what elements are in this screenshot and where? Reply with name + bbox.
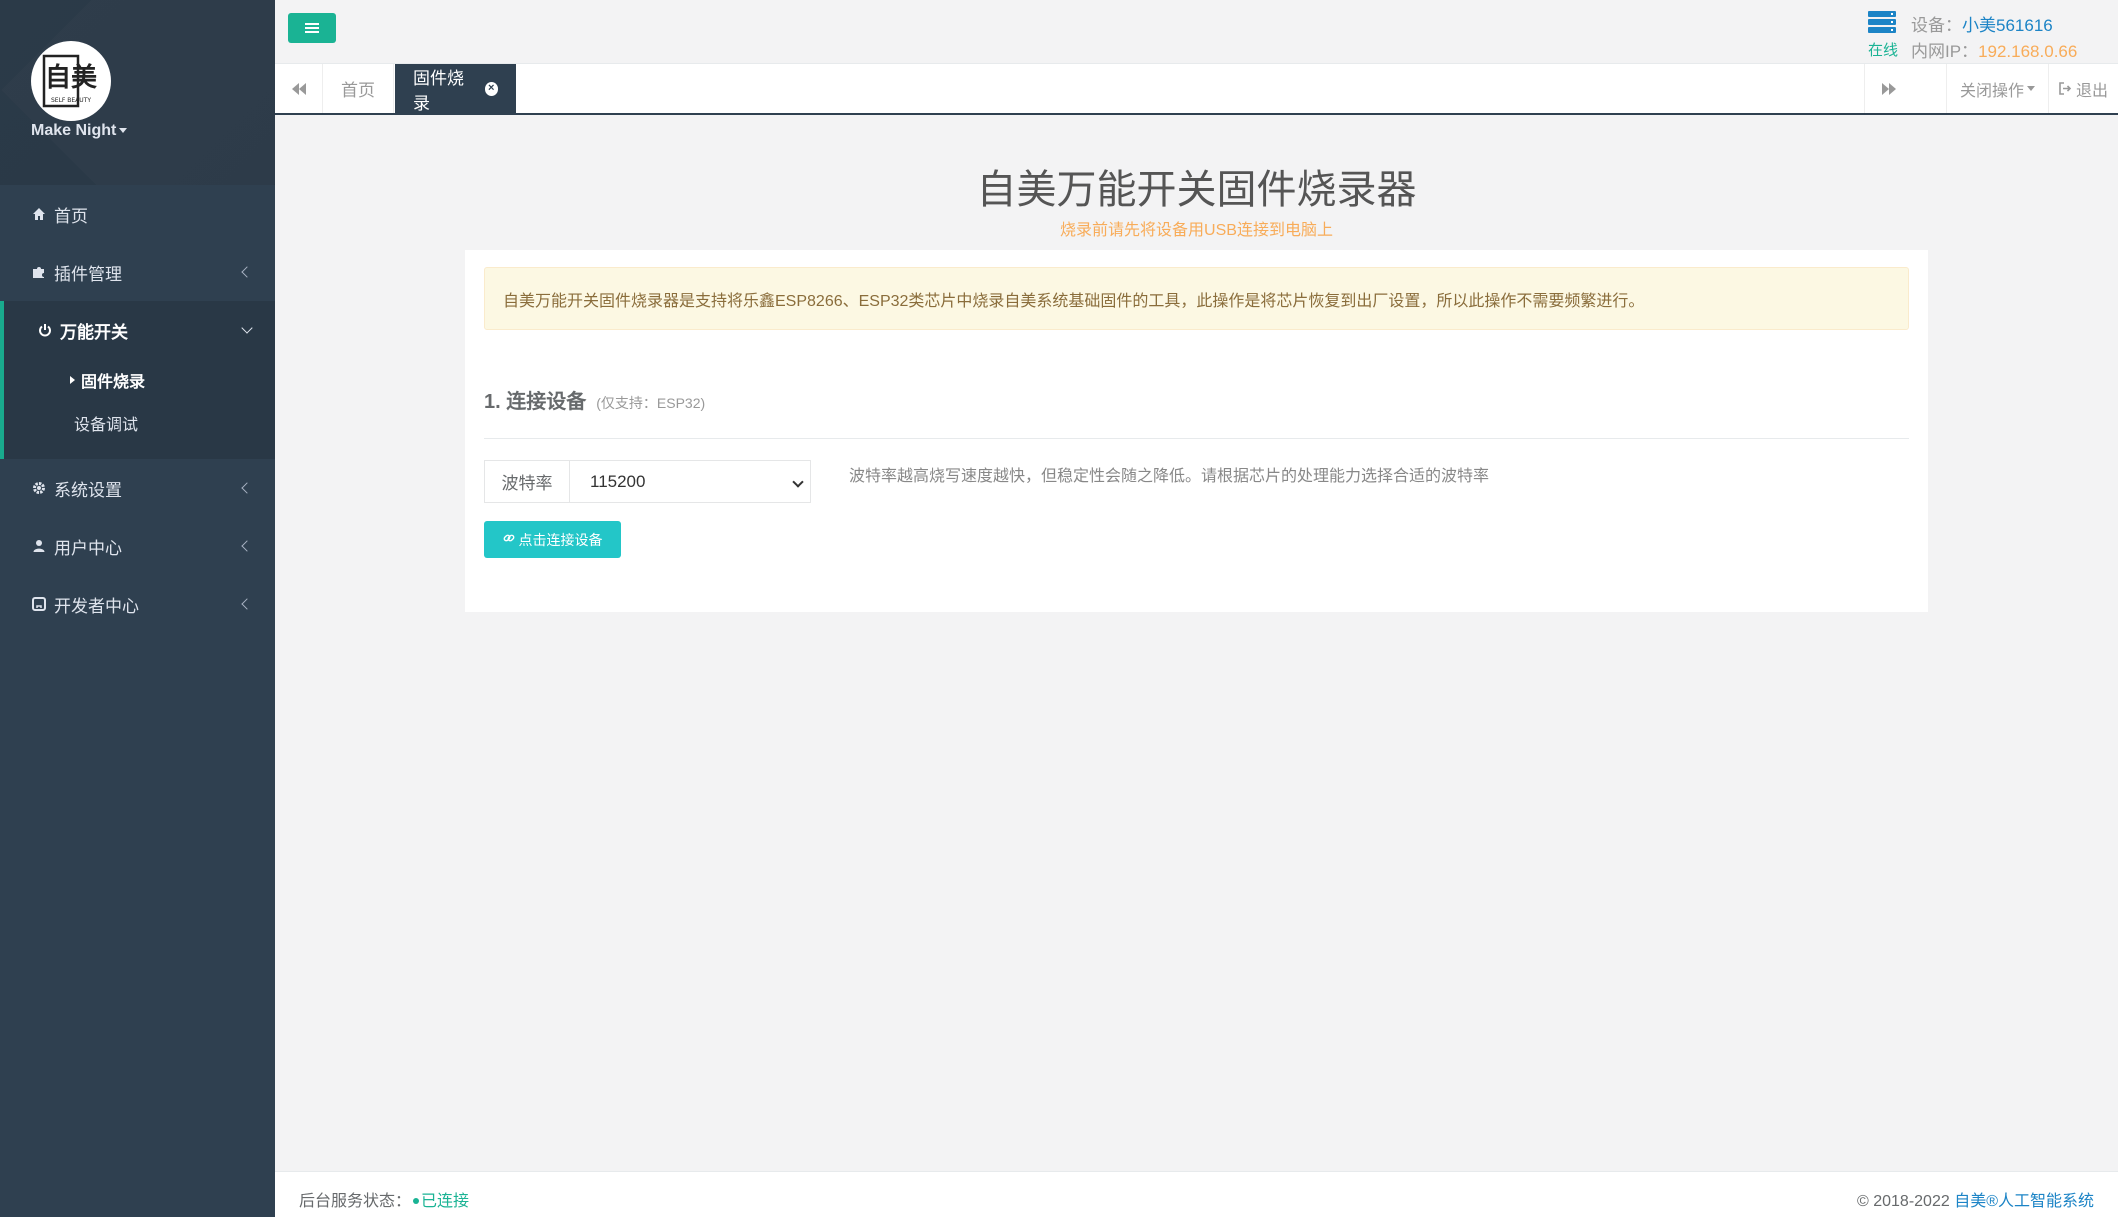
hamburger-icon (305, 27, 319, 29)
baud-rate-value: 115200 (590, 471, 646, 491)
sidebar-item-label: 开发者中心 (54, 596, 139, 616)
device-info: 设备：小美561616 在线 内网IP：192.168.0.66 (1868, 8, 2098, 62)
tab-home[interactable]: 首页 (323, 64, 394, 113)
profile-panel: 自美 SELF BEAUTY Make Night (0, 0, 275, 185)
power-icon (36, 321, 54, 339)
sidebar-item-label: 用户中心 (54, 538, 122, 558)
sidebar-subitem-label: 设备调试 (74, 417, 139, 434)
double-left-arrow-icon (291, 82, 306, 95)
ip-value: 192.168.0.66 (1978, 42, 2078, 61)
baud-rate-group: 波特率 115200 (484, 460, 811, 503)
copyright-years: © 2018-2022 (1857, 1193, 1950, 1210)
company-link[interactable]: 自美®人工智能系统 (1954, 1193, 2094, 1210)
main-content: 自美万能开关固件烧录器 烧录前请先将设备用USB连接到电脑上 自美万能开关固件烧… (275, 117, 2118, 1171)
copyright: © 2018-2022 自美®人工智能系统 (1857, 1187, 2094, 1211)
section-title-text: 1. 连接设备 (484, 391, 587, 413)
sidebar-item-label: 万能开关 (60, 322, 128, 342)
user-icon (30, 537, 48, 555)
sidebar-group-switch: 万能开关 固件烧录 设备调试 (0, 301, 275, 459)
caret-right-icon (70, 376, 75, 384)
menu-toggle-button[interactable] (288, 13, 336, 43)
divider (484, 438, 1909, 439)
sidebar-subitem-firmware[interactable]: 固件烧录 (4, 359, 275, 401)
logout-button[interactable]: 退出 (2048, 64, 2118, 113)
chevron-left-icon (241, 540, 253, 552)
profile-name-dropdown[interactable]: Make Night (31, 122, 128, 140)
online-status: 在线 (1868, 42, 1899, 59)
profile-name: Make Night (31, 122, 117, 139)
chevron-down-icon (792, 476, 804, 488)
ip-row: 内网IP：192.168.0.66 (1911, 37, 2077, 62)
sidebar-item-home[interactable]: 首页 (0, 185, 275, 243)
baud-rate-label: 波特率 (485, 461, 570, 502)
sign-out-icon (2059, 82, 2072, 95)
sidebar-nav: 首页 插件管理 万能开关 固件烧录 设备调试 系统设置 用户中心 开发者中心 (0, 185, 275, 633)
service-status: 后台服务状态： 已连接 (299, 1187, 469, 1211)
tab-scroll-right-button[interactable] (1864, 64, 1912, 113)
app-logo: 自美 SELF BEAUTY (31, 41, 111, 121)
svg-text:自美: 自美 (45, 62, 97, 93)
top-header: 设备：小美561616 在线 内网IP：192.168.0.66 (275, 0, 2118, 64)
link-icon (503, 532, 515, 547)
page-subtitle: 烧录前请先将设备用USB连接到电脑上 (1060, 222, 1333, 239)
puzzle-icon (30, 263, 48, 281)
page-title: 自美万能开关固件烧录器 (976, 168, 1417, 212)
baud-rate-select[interactable]: 115200 (570, 461, 810, 502)
service-status-label: 后台服务状态： (299, 1193, 412, 1210)
chevron-left-icon (241, 482, 253, 494)
svg-text:SELF BEAUTY: SELF BEAUTY (51, 97, 91, 104)
connect-device-button[interactable]: 点击连接设备 (484, 521, 621, 558)
ip-label: 内网IP： (1911, 42, 1979, 61)
close-operations-label: 关闭操作 (1959, 82, 2024, 100)
tab-bar: 首页 固件烧录 × 关闭操作 退出 (275, 64, 2118, 115)
section-note: (仅支持：ESP32) (596, 395, 706, 411)
sidebar-subitem-debug[interactable]: 设备调试 (4, 401, 275, 445)
tab-firmware-label: 固件烧录 (413, 68, 464, 113)
double-right-arrow-icon (1881, 82, 1896, 95)
flasher-card: 自美万能开关固件烧录器是支持将乐鑫ESP8266、ESP32类芯片中烧录自美系统… (465, 250, 1928, 612)
chevron-down-icon (241, 322, 253, 334)
connect-device-label: 点击连接设备 (518, 531, 603, 548)
footer: 后台服务状态： 已连接 © 2018-2022 自美®人工智能系统 (275, 1171, 2118, 1217)
sidebar-item-plugins[interactable]: 插件管理 (0, 243, 275, 301)
sidebar-item-label: 首页 (54, 206, 88, 226)
sidebar: 自美 SELF BEAUTY Make Night 首页 插件管理 万能开关 固… (0, 0, 275, 1217)
sidebar-subitem-label: 固件烧录 (81, 374, 146, 391)
section-title: 1. 连接设备 (仅支持：ESP32) (484, 385, 705, 414)
sidebar-item-user-center[interactable]: 用户中心 (0, 517, 275, 575)
baud-rate-help: 波特率越高烧写速度越快，但稳定性会随之降低。请根据芯片的处理能力选择合适的波特率 (849, 468, 1490, 485)
info-alert: 自美万能开关固件烧录器是支持将乐鑫ESP8266、ESP32类芯片中烧录自美系统… (484, 267, 1909, 330)
tab-firmware[interactable]: 固件烧录 × (395, 64, 516, 113)
chevron-left-icon (241, 598, 253, 610)
sidebar-item-developer-center[interactable]: 开发者中心 (0, 575, 275, 633)
status-dot-icon (413, 1197, 420, 1204)
github-icon (30, 595, 48, 613)
service-status-value: 已连接 (421, 1193, 470, 1210)
caret-down-icon (119, 128, 128, 134)
sidebar-item-label: 插件管理 (54, 264, 122, 284)
caret-down-icon (2027, 86, 2035, 91)
device-label: 设备： (1911, 16, 1962, 35)
home-icon (30, 205, 48, 223)
sidebar-item-switch[interactable]: 万能开关 (4, 301, 275, 359)
sidebar-item-system-settings[interactable]: 系统设置 (0, 459, 275, 517)
server-icon (1868, 11, 1896, 35)
device-name[interactable]: 小美561616 (1962, 16, 2053, 35)
gear-icon (30, 479, 48, 497)
tab-scroll-left-button[interactable] (275, 64, 323, 113)
logout-label: 退出 (2075, 82, 2108, 100)
chevron-left-icon (241, 266, 253, 278)
close-operations-dropdown[interactable]: 关闭操作 (1946, 64, 2048, 113)
device-label-row: 设备：小美561616 (1911, 11, 2053, 36)
sidebar-item-label: 系统设置 (54, 480, 122, 500)
close-tab-icon[interactable]: × (484, 81, 498, 96)
